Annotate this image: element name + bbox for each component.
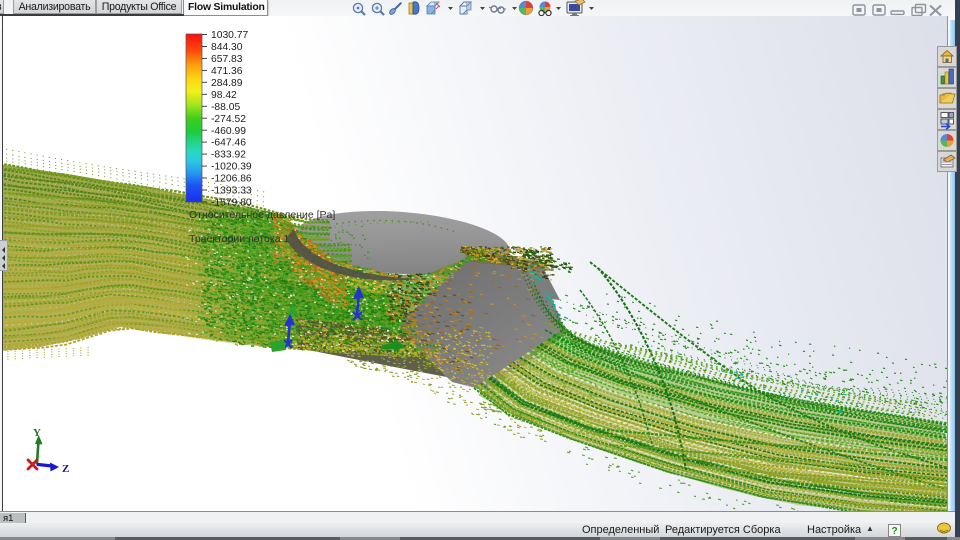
svg-text:1030.77: 1030.77	[211, 30, 248, 41]
svg-text:-88.05: -88.05	[211, 102, 240, 113]
svg-text:284.89: 284.89	[211, 78, 243, 89]
svg-text:-460.99: -460.99	[211, 126, 246, 137]
svg-text:-833.92: -833.92	[211, 150, 246, 161]
svg-text:?: ?	[892, 526, 898, 537]
svg-text:844.30: 844.30	[211, 42, 243, 53]
svg-text:-1206.86: -1206.86	[211, 174, 252, 185]
svg-text:-1393.33: -1393.33	[211, 186, 252, 197]
svg-text:-274.52: -274.52	[211, 114, 246, 125]
svg-text:-1020.39: -1020.39	[211, 162, 252, 173]
svg-text:Траектории потока 1: Траектории потока 1	[189, 233, 289, 245]
svg-text:-647.46: -647.46	[211, 138, 246, 149]
svg-text:Z: Z	[62, 463, 69, 475]
svg-text:657.83: 657.83	[211, 54, 243, 65]
svg-text:Относительное давление [Pa]: Относительное давление [Pa]	[189, 209, 335, 221]
svg-text:98.42: 98.42	[211, 90, 237, 101]
svg-text:Y: Y	[33, 427, 41, 439]
svg-text:471.36: 471.36	[211, 66, 243, 77]
svg-text:-1579.80: -1579.80	[211, 198, 252, 209]
